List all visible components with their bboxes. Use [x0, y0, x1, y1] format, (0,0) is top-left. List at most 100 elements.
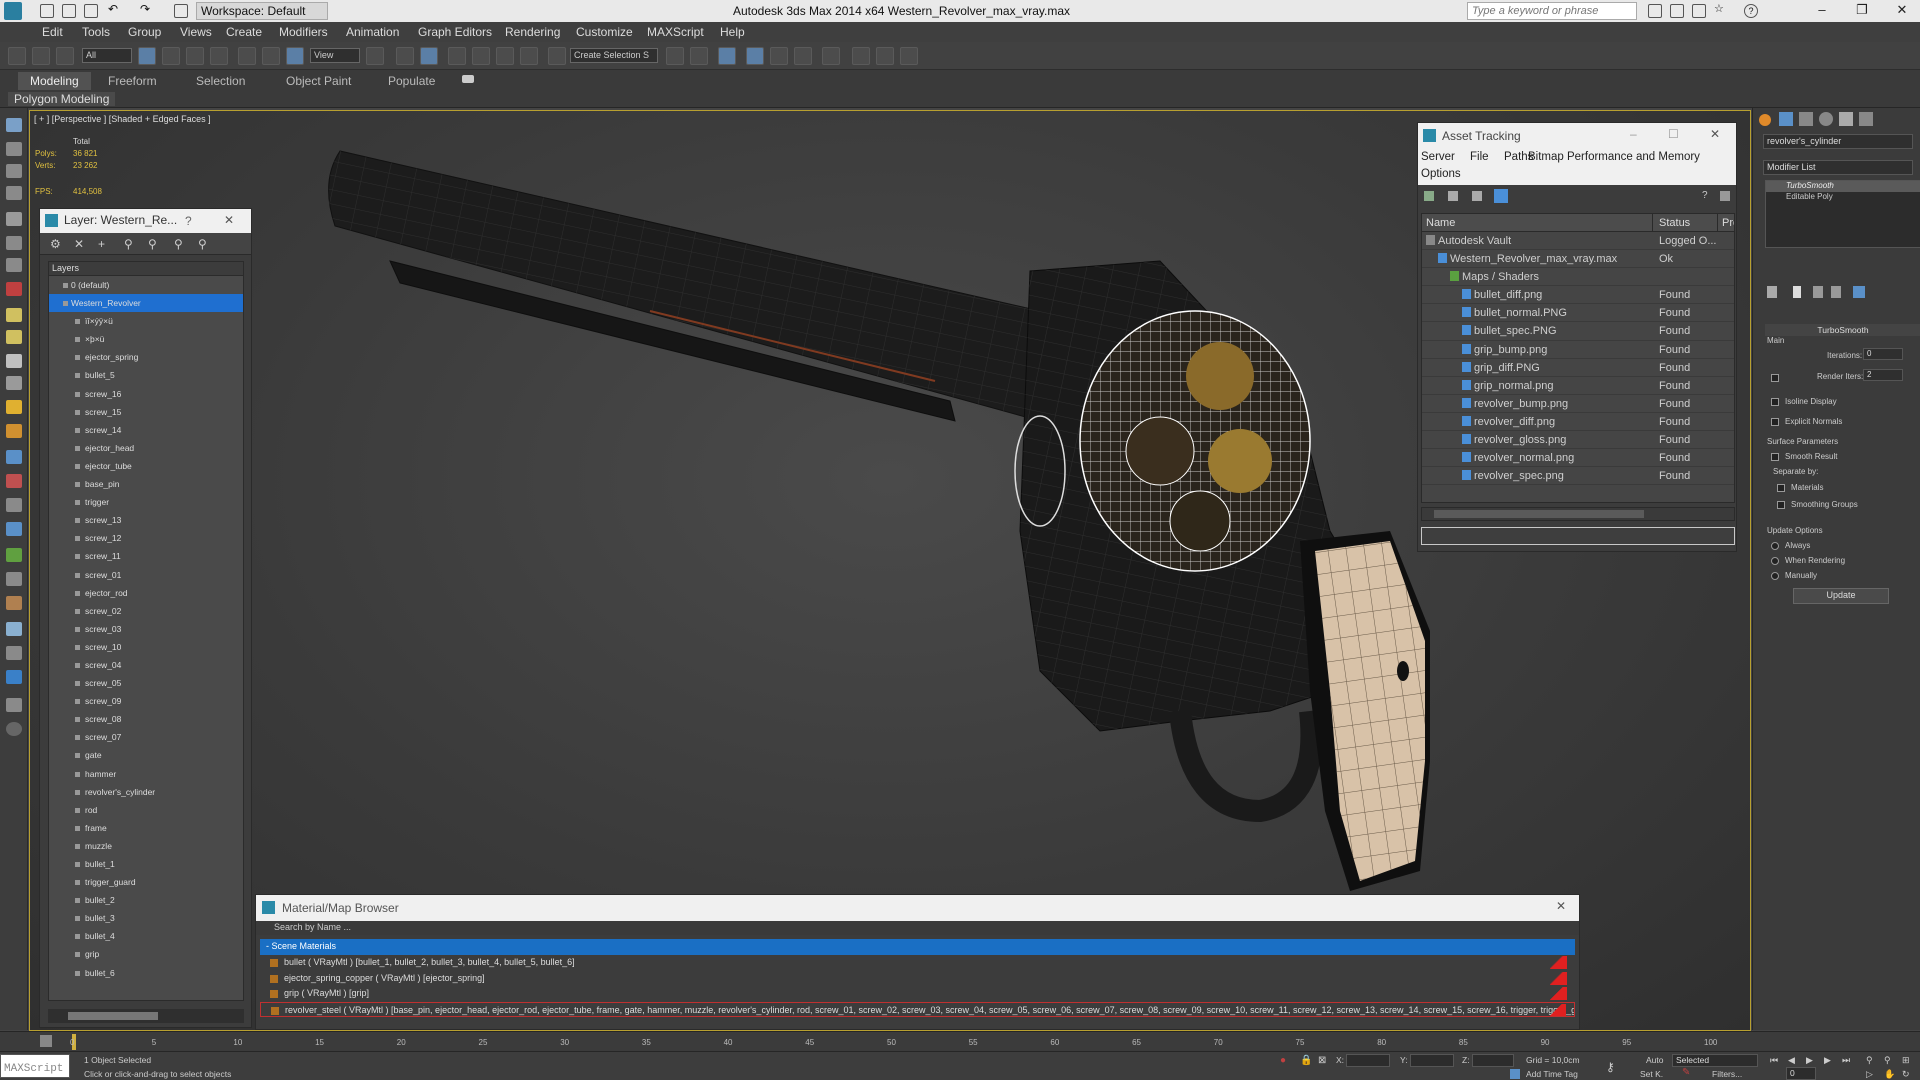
asset-help-icon[interactable]: ? [1702, 190, 1708, 201]
tab-freeform[interactable]: Freeform [108, 74, 157, 88]
rotate-icon[interactable] [262, 47, 280, 65]
angle-snap-icon[interactable] [472, 47, 490, 65]
render-iters-checkbox[interactable] [1771, 374, 1779, 382]
menu-views[interactable]: Views [180, 25, 212, 39]
asset-horizontal-scrollbar[interactable] [1421, 507, 1735, 521]
layer-item[interactable]: screw_09 [49, 692, 243, 710]
time-slider[interactable]: 0 5 10 15 20 25 30 35 40 45 50 55 60 65 70 75 80 85 90 95 10… [0, 1031, 1920, 1051]
asset-menu-file[interactable]: File [1470, 151, 1489, 163]
render-setup-icon[interactable] [852, 47, 870, 65]
box-icon[interactable] [6, 142, 22, 156]
set-key-icon[interactable]: ✎ [1682, 1067, 1690, 1078]
key-icon[interactable]: ⚷ [1606, 1060, 1615, 1074]
layer-item[interactable]: screw_16 [49, 385, 243, 403]
compound-icon[interactable] [6, 522, 22, 536]
layer-item[interactable]: revolver's_cylinder [49, 783, 243, 801]
asset-row[interactable]: Autodesk Vault Logged O... [1422, 232, 1734, 251]
layer-item[interactable]: screw_05 [49, 674, 243, 692]
asset-row[interactable]: revolver_bump.png Found [1422, 395, 1734, 413]
asset-row[interactable]: bullet_normal.PNG Found [1422, 304, 1734, 323]
select-by-name-icon[interactable] [162, 47, 180, 65]
material-item[interactable]: ejector_spring_copper ( VRayMtl ) [eject… [260, 971, 1575, 987]
layer-item[interactable]: trigger [49, 493, 243, 511]
layer-item[interactable]: gate [49, 746, 243, 764]
close-window-button[interactable]: ✕ [1888, 2, 1916, 20]
layer-item[interactable]: screw_15 [49, 403, 243, 421]
reactor-icon[interactable] [6, 622, 22, 636]
menu-edit[interactable]: Edit [42, 25, 63, 39]
systems-icon[interactable] [6, 498, 22, 512]
fov-icon[interactable]: ▷ [1866, 1069, 1873, 1080]
asset-menu-server[interactable]: Server [1421, 151, 1455, 163]
turbosmooth-rollout[interactable]: TurboSmooth [1765, 324, 1920, 336]
configure-sets-icon[interactable] [1853, 286, 1865, 298]
create-layer-icon[interactable]: + [98, 237, 105, 251]
material-editor-icon[interactable] [822, 47, 840, 65]
plane-icon[interactable] [6, 164, 22, 178]
layer-scroll-thumb[interactable] [68, 1012, 158, 1020]
star-icon[interactable]: ☆ [1714, 2, 1728, 16]
asset-maximize-button[interactable]: ☐ [1668, 127, 1679, 141]
hide-layers-icon[interactable]: ⚲ [174, 237, 183, 251]
layer-item[interactable]: bullet_5 [49, 366, 243, 384]
zoom-icon[interactable]: ⚲ [1866, 1055, 1873, 1066]
layer-item[interactable]: screw_10 [49, 638, 243, 656]
x-coordinate-field[interactable] [1346, 1054, 1390, 1067]
layer-item[interactable]: bullet_6 [49, 964, 243, 982]
spacewarp-icon[interactable] [6, 474, 22, 488]
materials-checkbox[interactable] [1777, 484, 1785, 492]
tab-modeling[interactable]: Modeling [18, 72, 91, 90]
play-icon[interactable]: ▶ [1806, 1055, 1813, 1066]
camera-icon[interactable] [6, 212, 22, 226]
layer-horizontal-scrollbar[interactable] [48, 1009, 244, 1023]
asset-row[interactable]: revolver_spec.png Found [1422, 467, 1734, 486]
layer-item[interactable]: screw_02 [49, 602, 243, 620]
layer-manager-icon[interactable] [746, 47, 764, 65]
material-item[interactable]: grip ( VRayMtl ) [grip] [260, 986, 1575, 1002]
menu-tools[interactable]: Tools [82, 25, 110, 39]
snaps-toggle-icon[interactable] [448, 47, 466, 65]
target-light-icon[interactable] [6, 424, 22, 438]
layer-item[interactable]: screw_08 [49, 710, 243, 728]
col-name-header[interactable]: Name [1426, 217, 1455, 229]
layer-item[interactable]: ×þ×ü [49, 330, 243, 348]
graphite-ribbon-icon[interactable] [770, 47, 788, 65]
selection-region-icon[interactable] [186, 47, 204, 65]
vray-icon[interactable] [6, 670, 22, 684]
render-production-icon[interactable] [900, 47, 918, 65]
absolute-mode-icon[interactable]: ⊠ [1318, 1055, 1326, 1066]
object-name-field[interactable]: revolver's_cylinder [1763, 134, 1913, 149]
lock-selection-icon[interactable]: 🔒 [1300, 1055, 1312, 1066]
selection-filter-dropdown[interactable]: All [82, 48, 132, 63]
layer-item[interactable]: base_pin [49, 475, 243, 493]
asset-close-button[interactable]: ✕ [1710, 127, 1720, 141]
menu-create[interactable]: Create [226, 25, 262, 39]
prev-frame-icon[interactable]: ◀ [1788, 1055, 1795, 1066]
select-in-layer-icon[interactable]: ⚲ [124, 237, 133, 251]
project-folder-icon[interactable] [174, 4, 188, 18]
make-unique-icon[interactable] [1813, 286, 1823, 298]
zoom-all-icon[interactable]: ⚲ [1884, 1055, 1891, 1066]
geometry-icon[interactable] [6, 118, 22, 132]
layer-panel-header[interactable]: Layer: Western_Re... ? ✕ [40, 209, 251, 233]
layer-item[interactable]: ejector_rod [49, 584, 243, 602]
named-selection-dropdown[interactable]: Create Selection S [570, 48, 658, 63]
remove-modifier-icon[interactable] [1831, 286, 1841, 298]
layer-item[interactable]: muzzle [49, 837, 243, 855]
select-manipulate-icon[interactable] [396, 47, 414, 65]
asset-row[interactable]: revolver_gloss.png Found [1422, 431, 1734, 450]
omni-light-icon[interactable] [6, 400, 22, 414]
lights-icon[interactable] [6, 258, 22, 272]
grid-icon[interactable] [6, 186, 22, 200]
material-item[interactable]: revolver_steel ( VRayMtl ) [base_pin, ej… [260, 1001, 1575, 1017]
asset-row[interactable]: grip_bump.png Found [1422, 341, 1734, 359]
update-button[interactable]: Update [1793, 588, 1889, 604]
help-icon[interactable]: ? [1744, 4, 1758, 18]
layer-item[interactable]: ejector_head [49, 439, 243, 457]
layers-column-header[interactable]: Layers [49, 262, 243, 276]
stack-item-editable-poly[interactable]: Editable Poly [1766, 192, 1920, 203]
delete-layer-icon[interactable]: ✕ [74, 237, 84, 251]
layer-item[interactable]: Western_Revolver [49, 294, 243, 313]
app-logo-icon[interactable] [4, 2, 22, 20]
manually-radio[interactable] [1771, 572, 1779, 580]
